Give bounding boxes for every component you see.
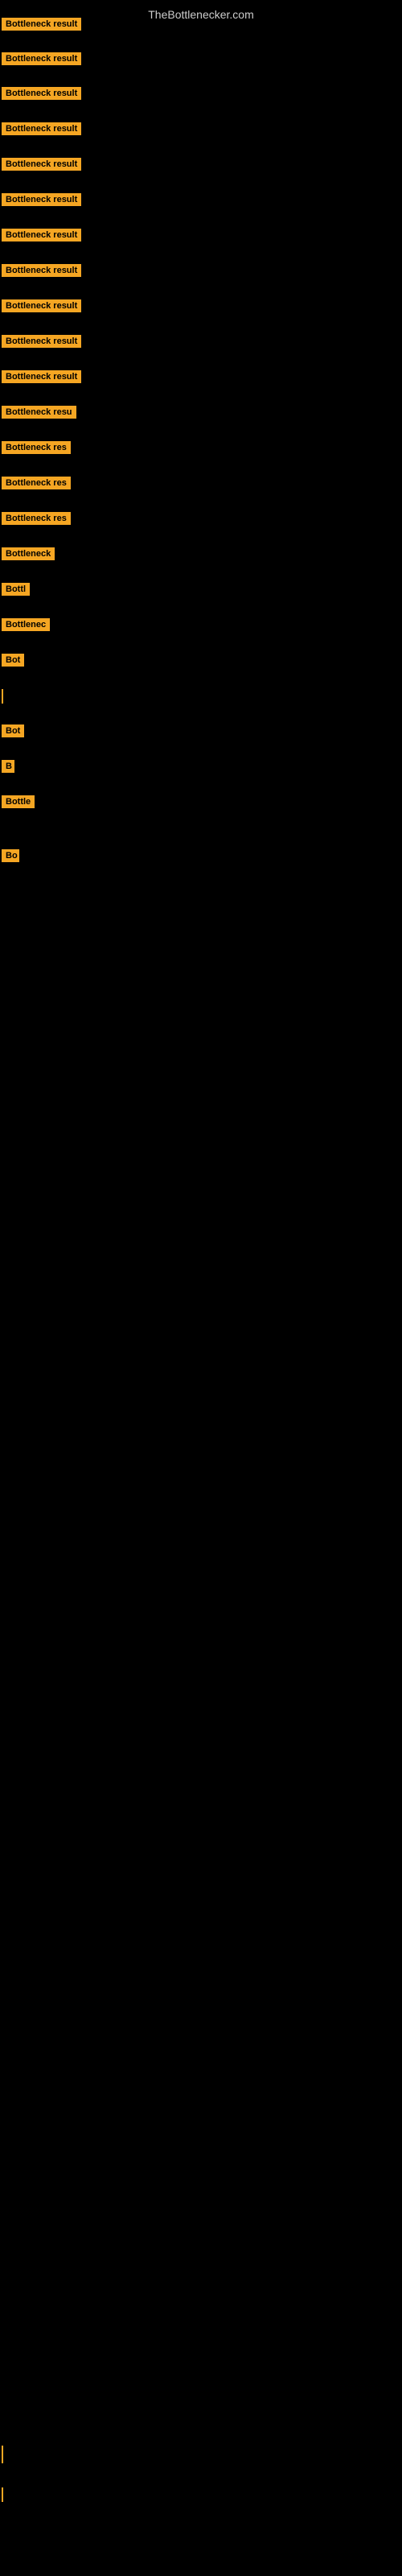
bottleneck-badge-7: Bottleneck result xyxy=(2,229,81,242)
bottleneck-badge-17: Bottl xyxy=(2,583,30,596)
bottleneck-badge-11: Bottleneck result xyxy=(2,370,81,383)
bottleneck-badge-20: Bot xyxy=(2,724,24,737)
bottleneck-badge-9: Bottleneck result xyxy=(2,299,81,312)
bottleneck-badge-21: B xyxy=(2,760,14,773)
vertical-line-3 xyxy=(2,2487,3,2502)
bottleneck-badge-4: Bottleneck result xyxy=(2,122,81,135)
bottleneck-badge-22: Bottle xyxy=(2,795,35,808)
bottleneck-badge-6: Bottleneck result xyxy=(2,193,81,206)
bottleneck-badge-15: Bottleneck res xyxy=(2,512,71,525)
bottleneck-badge-16: Bottleneck xyxy=(2,547,55,560)
bottleneck-badge-18: Bottlenec xyxy=(2,618,50,631)
bottleneck-badge-14: Bottleneck res xyxy=(2,477,71,489)
bottleneck-badge-19: Bot xyxy=(2,654,24,667)
bottleneck-badge-1: Bottleneck result xyxy=(2,18,81,31)
bottleneck-badge-3: Bottleneck result xyxy=(2,87,81,100)
bottleneck-badge-5: Bottleneck result xyxy=(2,158,81,171)
bottleneck-badge-8: Bottleneck result xyxy=(2,264,81,277)
bottleneck-badge-10: Bottleneck result xyxy=(2,335,81,348)
bottleneck-badge-12: Bottleneck resu xyxy=(2,406,76,419)
vertical-line-2 xyxy=(2,2446,3,2463)
bottleneck-badge-23: Bo xyxy=(2,849,19,862)
bottleneck-badge-13: Bottleneck res xyxy=(2,441,71,454)
vertical-line-1 xyxy=(2,689,3,704)
bottleneck-badge-2: Bottleneck result xyxy=(2,52,81,65)
